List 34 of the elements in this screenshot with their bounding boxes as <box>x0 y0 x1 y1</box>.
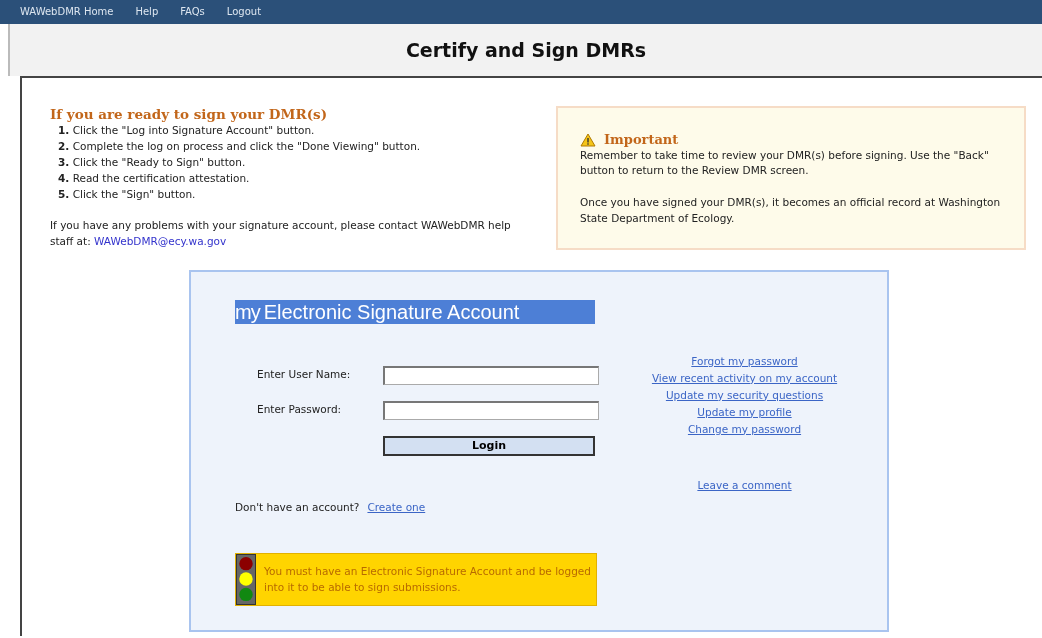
account-link[interactable]: Forgot my password <box>691 352 798 370</box>
important-paragraph: Once you have signed your DMR(s), it becomes an official record at Washington State Department of Ecology. <box>580 195 1002 226</box>
field-label: Enter Password: <box>256 402 343 418</box>
account-link[interactable]: Change my password <box>687 420 802 438</box>
no-account-text: Don't have an account? <box>235 499 360 515</box>
nav-link-item[interactable]: Help <box>135 0 159 24</box>
nav-link-item[interactable]: WAWebDMR Home <box>20 0 114 24</box>
traffic-light-icon <box>236 554 256 606</box>
notice-text: You must have an Electronic Signature Account and be logged into it to be able to sign submissions. <box>264 564 592 595</box>
nav-link-item[interactable]: Logout <box>226 0 262 24</box>
important-title: Important <box>604 132 679 148</box>
instructions-heading: If you are ready to sign your DMR(s) <box>50 106 329 123</box>
instruction-step: 5. Click the "Sign" button. <box>58 186 520 203</box>
login-button[interactable]: Login <box>383 435 595 456</box>
input-field[interactable] <box>383 400 599 420</box>
account-link[interactable]: Update my profile <box>697 403 792 421</box>
field-label: Enter User Name: <box>256 367 352 383</box>
instruction-step: 2. Complete the log on process and click the "Done Viewing" button. <box>58 138 520 155</box>
create-account-link[interactable]: Create one <box>367 499 426 516</box>
nav-link-item[interactable]: FAQs <box>180 0 205 24</box>
help-text: If you have any problems with your signature account, please contact WAWebDMR help staff at: WAWebDMR@ecy.wa.gov <box>50 218 512 249</box>
instruction-step: 3. Click the "Ready to Sign" button. <box>58 154 520 171</box>
input-field[interactable] <box>383 365 599 385</box>
instruction-step: 4. Read the certification attestation. <box>58 170 520 187</box>
page-title: Certify and Sign DMRs <box>405 38 647 62</box>
email-link[interactable]: WAWebDMR@ecy.wa.gov <box>94 234 227 247</box>
warning-icon <box>580 132 596 147</box>
account-link[interactable]: View recent activity on my account <box>651 369 838 387</box>
header-title: Electronic Signature Account <box>263 299 520 324</box>
leave-comment-link[interactable]: Leave a comment <box>697 477 792 494</box>
important-paragraph: Remember to take time to review your DMR(s) before signing. Use the "Back" button to return to the Review DMR screen. <box>580 147 990 179</box>
account-link[interactable]: Update my security questions <box>665 386 824 404</box>
instruction-step: 1. Click the "Log into Signature Account" button. <box>58 122 520 139</box>
header-prefix: my <box>235 299 260 324</box>
